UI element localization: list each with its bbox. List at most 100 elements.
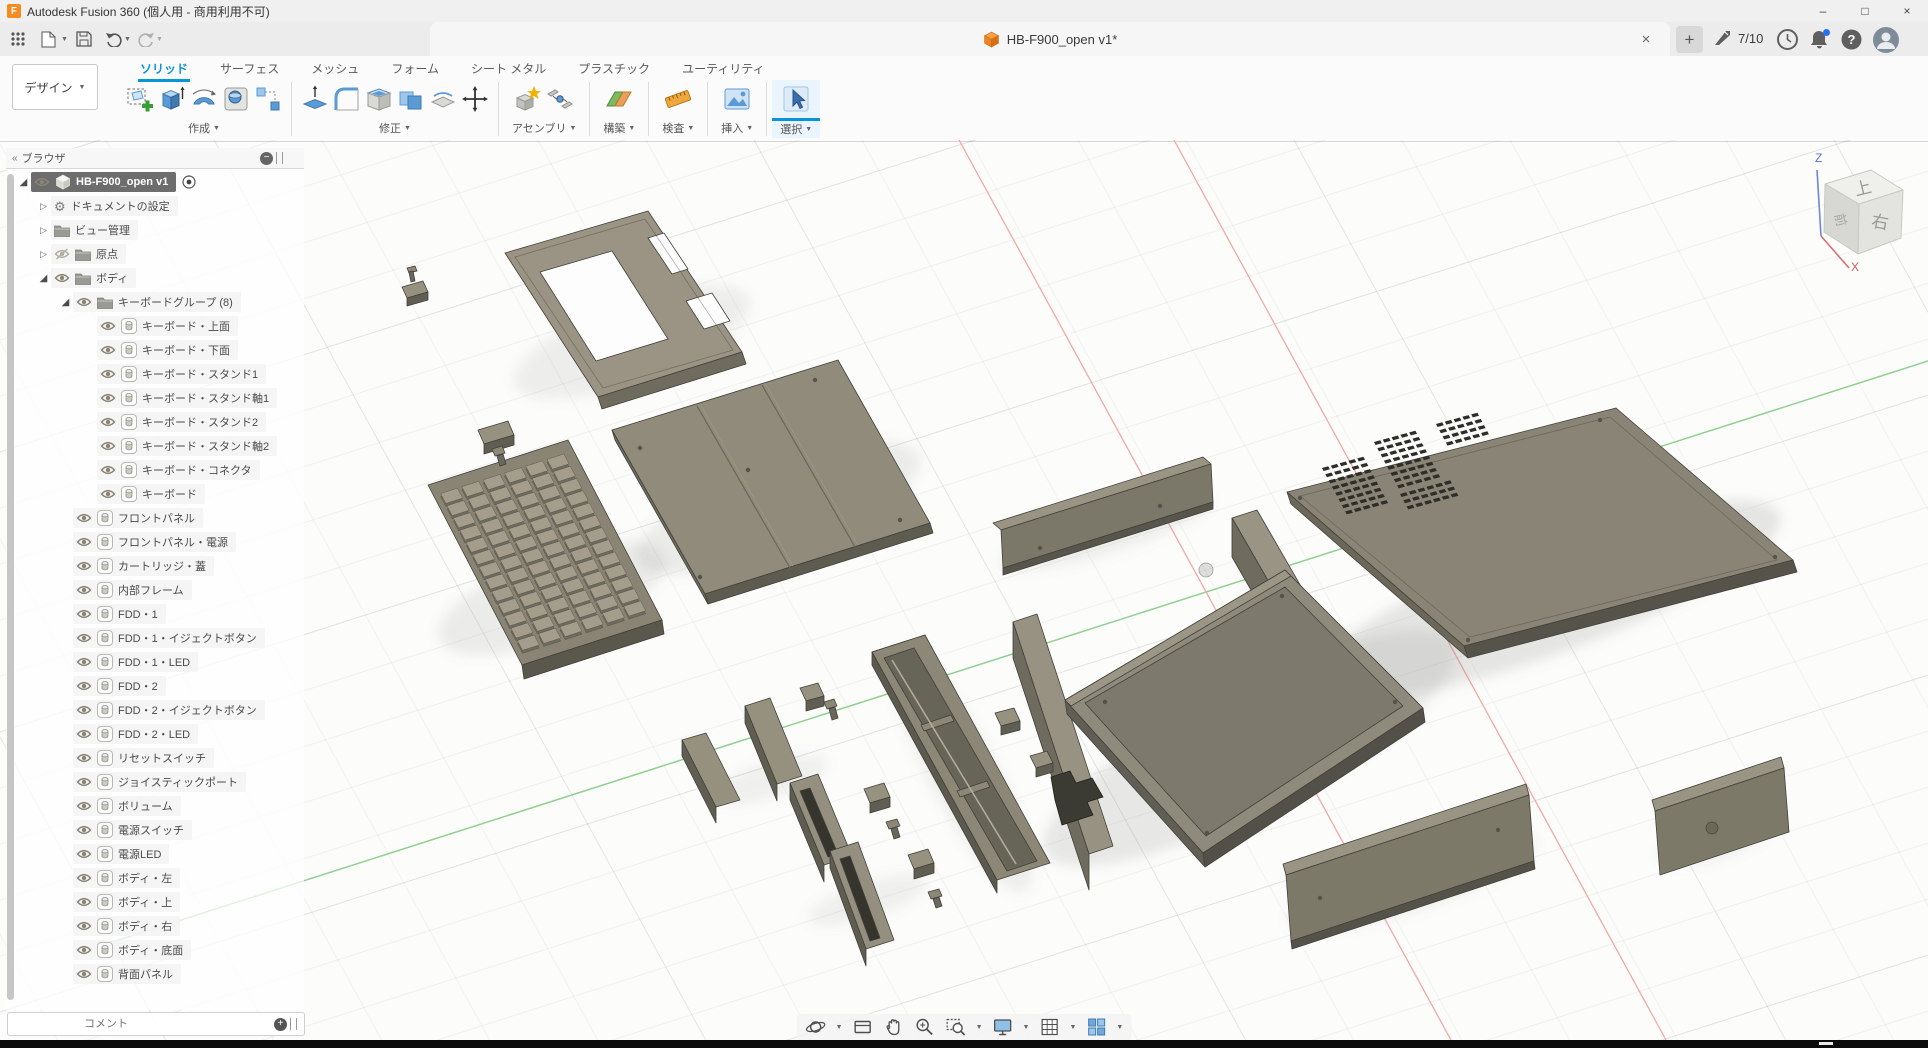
activate-radio-icon[interactable]	[182, 175, 196, 189]
visibility-eye-icon[interactable]: >	[76, 584, 92, 596]
tab-surface[interactable]: サーフェス	[218, 57, 281, 82]
tree-row-0[interactable]: ◢>HB-F900_open v1	[6, 170, 304, 194]
pan-icon[interactable]	[883, 1016, 905, 1038]
grid-settings-icon[interactable]	[1038, 1016, 1060, 1038]
document-tab[interactable]: HB-F900_open v1* ×	[430, 22, 1670, 56]
visibility-eye-icon[interactable]: >	[76, 656, 92, 668]
tree-row-4[interactable]: ◢>ボディ	[6, 266, 304, 290]
tree-row-24[interactable]: >リセットスイッチ	[6, 746, 304, 770]
visibility-eye-icon[interactable]: >	[100, 440, 116, 452]
viewports-icon[interactable]	[1085, 1016, 1107, 1038]
job-status-icon[interactable]	[1776, 28, 1799, 51]
tab-utilities[interactable]: ユーティリティ	[680, 57, 767, 82]
hole-icon[interactable]	[221, 84, 251, 114]
pattern-icon[interactable]	[253, 84, 283, 114]
visibility-eye-icon[interactable]: >	[76, 704, 92, 716]
visibility-eye-icon[interactable]: >	[76, 512, 92, 524]
tree-row-16[interactable]: >カートリッジ・蓋	[6, 554, 304, 578]
expanded-arrow-icon[interactable]: ◢	[16, 177, 31, 188]
orbit-caret[interactable]: ▼	[836, 1024, 843, 1031]
tree-row-19[interactable]: >FDD・1・イジェクトボタン	[6, 626, 304, 650]
look-at-icon[interactable]	[852, 1016, 874, 1038]
app-grid-menu-icon[interactable]	[6, 27, 30, 51]
group-assemble-dropdown[interactable]: アセンブリ▼	[504, 118, 584, 137]
viewports-caret[interactable]: ▼	[1116, 1024, 1123, 1031]
file-menu-caret[interactable]: ▼	[61, 36, 68, 43]
redo-icon[interactable]	[134, 27, 158, 51]
shell-icon[interactable]	[364, 84, 394, 114]
visibility-eye-icon[interactable]: >	[76, 944, 92, 956]
visibility-eye-icon[interactable]: >	[76, 536, 92, 548]
comment-input[interactable]	[8, 1017, 274, 1031]
tree-row-5[interactable]: ◢>キーボードグループ (8)	[6, 290, 304, 314]
visibility-eye-icon[interactable]: >	[100, 368, 116, 380]
visibility-eye-icon[interactable]: >	[76, 968, 92, 980]
visibility-eye-icon[interactable]: >	[76, 800, 92, 812]
collapsed-arrow-icon[interactable]: ▷	[36, 201, 51, 212]
tree-row-14[interactable]: >フロントパネル	[6, 506, 304, 530]
visibility-eye-icon[interactable]: >	[76, 824, 92, 836]
tree-row-11[interactable]: >キーボード・スタンド軸2	[6, 434, 304, 458]
visibility-eye-icon[interactable]: >	[100, 464, 116, 476]
tree-row-21[interactable]: >FDD・2	[6, 674, 304, 698]
visibility-eye-icon[interactable]: >	[76, 848, 92, 860]
tree-row-25[interactable]: >ジョイスティックポート	[6, 770, 304, 794]
view-cube[interactable]: Z X 上 右 前	[1795, 144, 1920, 272]
group-inspect-dropdown[interactable]: 検査▼	[654, 118, 702, 137]
tree-row-1[interactable]: ▷⚙ドキュメントの設定	[6, 194, 304, 218]
visibility-eye-icon[interactable]: >	[100, 488, 116, 500]
tab-sheet-metal[interactable]: シート メタル	[469, 57, 548, 82]
joint-icon[interactable]	[545, 84, 575, 114]
visibility-eye-icon[interactable]: >	[76, 632, 92, 644]
tab-form[interactable]: フォーム	[389, 57, 441, 82]
construction-plane-icon[interactable]	[604, 84, 634, 114]
save-icon[interactable]	[72, 27, 96, 51]
collapsed-arrow-icon[interactable]: ▷	[36, 249, 51, 260]
group-select-dropdown[interactable]: 選択▼	[772, 118, 820, 138]
panel-minimize-icon[interactable]: −	[260, 152, 273, 165]
extensions-badge[interactable]: 7/10	[1712, 28, 1763, 48]
extrude-icon[interactable]	[157, 84, 187, 114]
tree-row-29[interactable]: >ボディ・左	[6, 866, 304, 890]
undo-caret[interactable]: ▼	[124, 36, 131, 43]
visibility-eye-icon[interactable]: >	[54, 272, 70, 284]
fillet-icon[interactable]	[332, 84, 362, 114]
help-icon[interactable]: ?	[1840, 28, 1863, 51]
combine-icon[interactable]	[396, 84, 426, 114]
collapse-panel-icon[interactable]: «	[12, 153, 16, 164]
new-tab-button[interactable]: +	[1676, 26, 1703, 53]
insert-canvas-icon[interactable]	[722, 84, 752, 114]
zoom-window-icon[interactable]	[945, 1016, 967, 1038]
workspace-dropdown[interactable]: デザイン▼	[12, 64, 98, 110]
visibility-eye-icon[interactable]: >	[100, 416, 116, 428]
tree-row-7[interactable]: >キーボード・下面	[6, 338, 304, 362]
tree-row-20[interactable]: >FDD・1・LED	[6, 650, 304, 674]
visibility-eye-icon[interactable]: >	[76, 680, 92, 692]
tree-row-33[interactable]: >背面パネル	[6, 962, 304, 986]
visibility-eye-icon[interactable]: >	[76, 920, 92, 932]
display-settings-caret[interactable]: ▼	[1023, 1024, 1030, 1031]
tree-row-8[interactable]: >キーボード・スタンド1	[6, 362, 304, 386]
tab-plastic[interactable]: プラスチック	[576, 57, 652, 82]
visibility-eye-icon[interactable]: >	[76, 872, 92, 884]
visibility-eye-icon[interactable]: >	[76, 776, 92, 788]
measure-icon[interactable]	[663, 84, 693, 114]
undo-icon[interactable]	[102, 27, 126, 51]
tree-row-15[interactable]: >フロントパネル・電源	[6, 530, 304, 554]
create-sketch-icon[interactable]	[125, 84, 155, 114]
tree-row-9[interactable]: >キーボード・スタンド軸1	[6, 386, 304, 410]
grid-settings-caret[interactable]: ▼	[1069, 1024, 1076, 1031]
visibility-eye-icon[interactable]: >	[100, 320, 116, 332]
visibility-eye-icon[interactable]: >	[76, 728, 92, 740]
document-tab-close-icon[interactable]: ×	[1636, 29, 1656, 49]
expanded-arrow-icon[interactable]: ◢	[36, 273, 51, 284]
group-insert-dropdown[interactable]: 挿入▼	[713, 118, 761, 137]
close-button[interactable]: ×	[1886, 0, 1928, 22]
select-tool-icon[interactable]	[781, 84, 811, 114]
press-pull-icon[interactable]	[300, 84, 330, 114]
display-settings-icon[interactable]	[992, 1016, 1014, 1038]
visibility-eye-icon[interactable]: >	[76, 608, 92, 620]
comment-drag-handle[interactable]	[290, 1018, 297, 1030]
group-create-dropdown[interactable]: 作成▼	[180, 118, 228, 137]
add-comment-icon[interactable]: +	[274, 1018, 287, 1031]
